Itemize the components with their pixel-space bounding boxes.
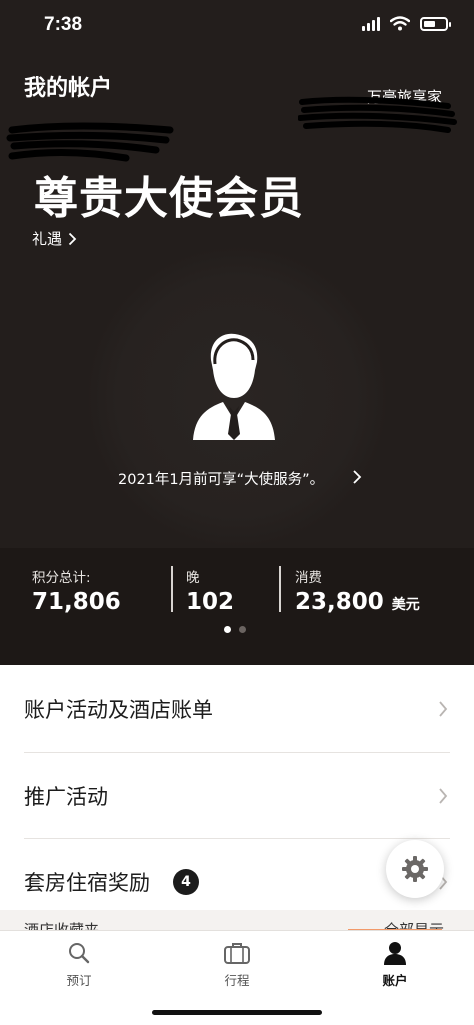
tab-book[interactable]: 预订 xyxy=(34,941,124,989)
stat-label: 消费 xyxy=(295,570,322,586)
benefits-link-label: 礼遇 xyxy=(32,230,63,248)
stat-points: 积分总计: 71,806 xyxy=(32,566,121,615)
home-indicator xyxy=(152,1010,322,1015)
tab-label: 账户 xyxy=(382,973,408,988)
stat-value: 102 xyxy=(186,589,235,615)
menu-item-label: 推广活动 xyxy=(24,785,108,809)
ambassador-service-note[interactable]: 2021年1月前可享“大使服务”。 xyxy=(118,468,324,489)
stat-label: 积分总计: xyxy=(32,570,91,586)
stat-unit: 美元 xyxy=(391,597,420,613)
stat-value: 71,806 xyxy=(32,589,121,615)
tab-trips[interactable]: 行程 xyxy=(192,941,282,989)
search-icon xyxy=(69,943,90,964)
page-title: 我的帐户 xyxy=(24,76,113,101)
tab-label: 预订 xyxy=(66,973,92,988)
settings-button[interactable] xyxy=(386,840,444,898)
chevron-right-icon[interactable] xyxy=(352,469,362,485)
chevron-right-icon xyxy=(439,701,448,717)
menu-item-account-activity[interactable]: 账户活动及酒店账单 xyxy=(0,665,474,753)
stat-value: 23,800 美元 xyxy=(295,589,420,615)
benefits-link[interactable]: 礼遇 xyxy=(32,228,77,249)
person-icon xyxy=(384,942,406,965)
cellular-signal-icon xyxy=(362,16,380,31)
page-dot[interactable] xyxy=(224,626,231,633)
divider xyxy=(171,566,173,612)
count-badge: 4 xyxy=(173,869,199,895)
favorites-section-header[interactable]: 酒店收藏夹 全部显示 xyxy=(0,910,474,932)
redaction-scribble xyxy=(298,96,457,133)
page-dot[interactable] xyxy=(239,626,246,633)
battery-icon xyxy=(420,16,451,31)
menu-item-label: 套房住宿奖励 xyxy=(24,871,150,895)
status-time: 7:38 xyxy=(44,14,83,35)
page-indicator[interactable] xyxy=(224,626,246,633)
chevron-right-icon xyxy=(68,232,77,245)
stats-panel[interactable]: 积分总计: 71,806 晚 102 消费 23,800 美元 xyxy=(0,548,474,665)
stat-spend: 消费 23,800 美元 xyxy=(295,566,420,615)
divider xyxy=(279,566,281,612)
account-header-panel: 7:38 我的帐户 万豪旅享家 尊贵大使会员 礼遇 2021年1月前可享“大使服… xyxy=(0,0,474,665)
wifi-icon xyxy=(390,16,410,31)
menu-item-promotions[interactable]: 推广活动 xyxy=(0,753,474,839)
redaction-scribble xyxy=(6,122,174,162)
stat-nights: 晚 102 xyxy=(186,566,234,615)
member-tier: 尊贵大使会员 xyxy=(34,173,304,224)
menu-item-label: 账户活动及酒店账单 xyxy=(24,698,213,722)
chevron-right-icon xyxy=(439,788,448,804)
suitcase-icon xyxy=(224,943,250,964)
tab-account[interactable]: 账户 xyxy=(350,941,440,989)
status-icons xyxy=(362,16,451,31)
stat-label: 晚 xyxy=(186,570,200,586)
ambassador-avatar-icon xyxy=(193,333,275,440)
tab-label: 行程 xyxy=(224,973,250,988)
gear-icon xyxy=(402,856,428,882)
